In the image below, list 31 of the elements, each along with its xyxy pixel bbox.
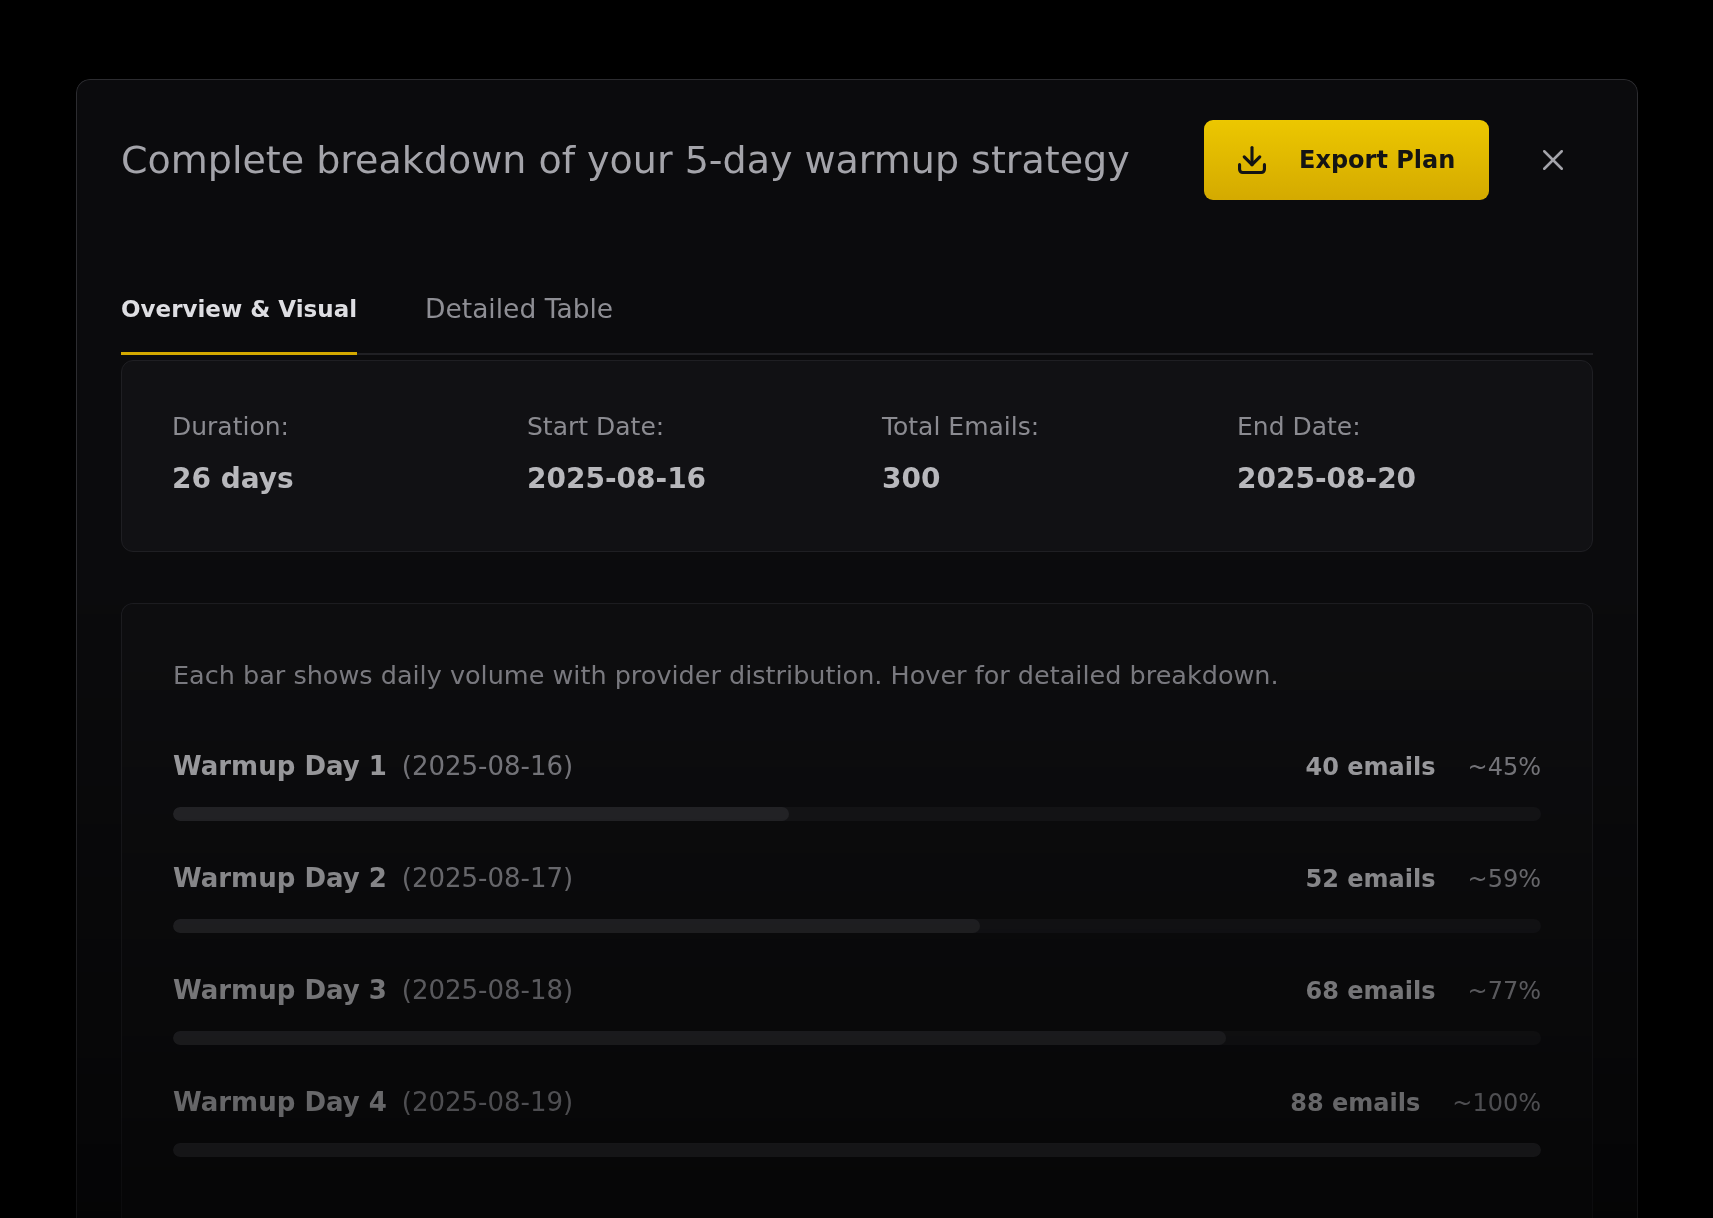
day-label: Warmup Day 4	[173, 1086, 387, 1118]
download-icon	[1238, 146, 1266, 174]
share-percent: ~45%	[1467, 752, 1541, 783]
day-label: Warmup Day 1	[173, 750, 387, 782]
summary-label: End Date:	[1237, 412, 1361, 442]
day-date: (2025-08-18)	[401, 974, 574, 1006]
email-count: 68 emails	[1305, 976, 1436, 1007]
summary-value: 2025-08-16	[527, 461, 707, 497]
day-label: Warmup Day 2	[173, 862, 387, 894]
email-count: 52 emails	[1305, 864, 1436, 895]
summary-value: 300	[882, 461, 941, 497]
summary-value: 26 days	[172, 461, 294, 497]
summary-value: 2025-08-20	[1237, 461, 1417, 497]
summary-label: Total Emails:	[882, 412, 1040, 442]
day-date: (2025-08-19)	[401, 1086, 574, 1118]
summary-label: Start Date:	[527, 412, 665, 442]
tab[interactable]: Overview & Visual	[121, 262, 358, 355]
email-count: 88 emails	[1290, 1088, 1421, 1119]
chart-description: Each bar shows daily volume with provider distribution. Hover for detailed breakdown.	[173, 660, 1280, 690]
export-plan-button[interactable]: Export Plan	[1204, 120, 1489, 200]
day-label: Warmup Day 3	[173, 974, 387, 1006]
tab[interactable]: Detailed Table	[425, 262, 614, 355]
day-date: (2025-08-16)	[401, 750, 574, 782]
dialog-title: Complete breakdown of your 5-day warmup strategy	[121, 137, 1130, 183]
close-icon	[1543, 150, 1563, 170]
share-percent: ~59%	[1467, 864, 1541, 895]
share-percent: ~100%	[1452, 1088, 1541, 1119]
day-date: (2025-08-17)	[401, 862, 574, 894]
share-percent: ~77%	[1467, 976, 1541, 1007]
email-count: 40 emails	[1305, 752, 1436, 783]
summary-label: Duration:	[172, 412, 289, 442]
